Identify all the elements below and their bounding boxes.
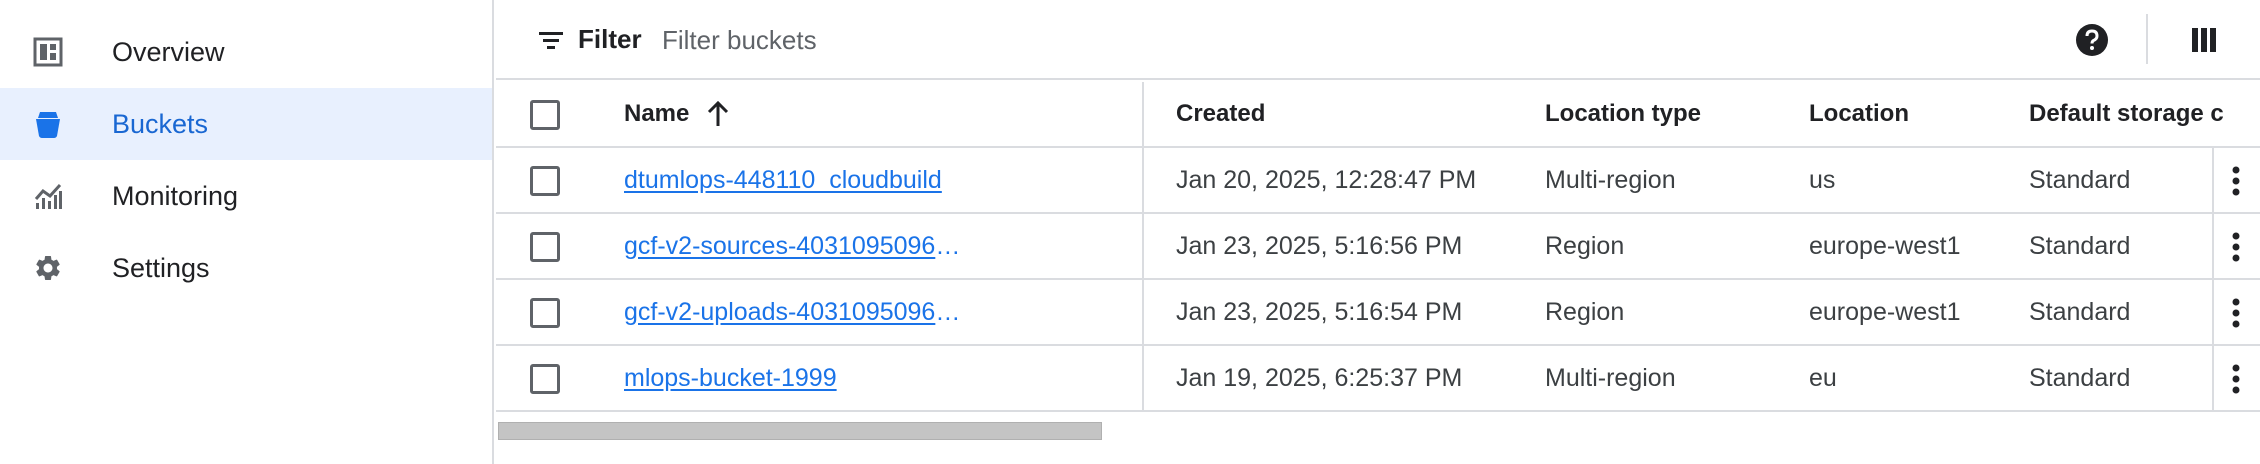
column-divider xyxy=(1142,280,1144,344)
sidebar-item-overview[interactable]: Overview xyxy=(0,16,492,88)
row-checkbox[interactable] xyxy=(530,298,560,328)
location-cell: eu xyxy=(1809,363,1837,392)
bucket-name-link[interactable]: gcf-v2-uploads-403109509659.europe-w… xyxy=(624,298,962,327)
storage-class-cell: Standard xyxy=(2029,297,2131,326)
horizontal-scrollbar-thumb[interactable] xyxy=(498,422,1102,440)
table-row: gcf-v2-uploads-403109509659.europe-w… Ja… xyxy=(496,280,2260,346)
column-divider xyxy=(1142,148,1144,212)
name-column-header[interactable]: Name xyxy=(624,82,962,146)
more-vert-icon[interactable] xyxy=(2226,359,2246,399)
row-checkbox[interactable] xyxy=(530,364,560,394)
actions-column-divider xyxy=(2212,346,2214,410)
column-display-icon[interactable] xyxy=(2188,24,2220,56)
storage-class-cell: Standard xyxy=(2029,363,2131,392)
row-checkbox[interactable] xyxy=(530,232,560,262)
location-type-cell: Region xyxy=(1545,297,1625,326)
location-column-header[interactable]: Location xyxy=(1809,82,2019,146)
sidebar-item-label: Monitoring xyxy=(112,180,239,211)
sidebar-item-label: Buckets xyxy=(112,108,209,139)
buckets-main-panel: Filter Name xyxy=(496,0,2260,464)
location-type-column-header[interactable]: Location type xyxy=(1545,82,1805,146)
filter-list-icon[interactable] xyxy=(536,26,566,56)
more-vert-icon[interactable] xyxy=(2226,293,2246,333)
storage-class-cell: Standard xyxy=(2029,231,2131,260)
bucket-name-link[interactable]: mlops-bucket-1999 xyxy=(624,364,837,393)
table-row: dtumlops-448110_cloudbuild Jan 20, 2025,… xyxy=(496,148,2260,214)
created-cell: Jan 19, 2025, 6:25:37 PM xyxy=(1176,363,1463,392)
storage-class-cell: Standard xyxy=(2029,165,2131,194)
sidebar-item-label: Settings xyxy=(112,252,210,283)
filter-buckets-input[interactable] xyxy=(662,18,1362,62)
left-nav-sidebar: Overview Buckets Monitoring Settings xyxy=(0,0,494,464)
created-column-header[interactable]: Created xyxy=(1176,82,1536,146)
actions-column-divider xyxy=(2212,280,2214,344)
bucket-name-link[interactable]: dtumlops-448110_cloudbuild xyxy=(624,166,942,195)
sidebar-item-label: Overview xyxy=(112,36,225,67)
monitoring-chart-icon xyxy=(30,178,66,214)
sidebar-item-buckets[interactable]: Buckets xyxy=(0,88,492,160)
horizontal-scrollbar[interactable] xyxy=(496,420,2260,444)
actions-column-divider xyxy=(2212,214,2214,278)
column-divider xyxy=(1142,346,1144,410)
bucket-icon xyxy=(30,106,66,142)
column-divider xyxy=(1142,214,1144,278)
select-all-checkbox[interactable] xyxy=(530,100,560,130)
sidebar-item-settings[interactable]: Settings xyxy=(0,232,492,304)
row-checkbox[interactable] xyxy=(530,166,560,196)
dashboard-icon xyxy=(30,34,66,70)
help-icon[interactable] xyxy=(2072,20,2112,60)
gear-icon xyxy=(30,250,66,286)
created-cell: Jan 20, 2025, 12:28:47 PM xyxy=(1176,165,1477,194)
column-divider xyxy=(1142,82,1144,146)
sidebar-item-monitoring[interactable]: Monitoring xyxy=(0,160,492,232)
more-vert-icon[interactable] xyxy=(2226,227,2246,267)
default-storage-class-column-header[interactable]: Default storage c xyxy=(2029,82,2249,146)
location-cell: europe-west1 xyxy=(1809,297,1961,326)
filter-label[interactable]: Filter xyxy=(578,24,642,55)
location-type-cell: Region xyxy=(1545,231,1625,260)
location-cell: us xyxy=(1809,165,1836,194)
actions-column-divider xyxy=(2212,148,2214,212)
created-cell: Jan 23, 2025, 5:16:54 PM xyxy=(1176,297,1463,326)
toolbar-divider xyxy=(2146,14,2148,64)
table-row: gcf-v2-sources-403109509659-europe-w… Ja… xyxy=(496,214,2260,280)
bucket-name-link[interactable]: gcf-v2-sources-403109509659-europe-w… xyxy=(624,232,962,261)
sort-ascending-arrow-icon[interactable] xyxy=(703,99,733,129)
filter-toolbar: Filter xyxy=(496,0,2260,80)
name-header-label: Name xyxy=(624,100,690,127)
table-row: mlops-bucket-1999 Jan 19, 2025, 6:25:37 … xyxy=(496,346,2260,412)
location-type-cell: Multi-region xyxy=(1545,165,1676,194)
location-cell: europe-west1 xyxy=(1809,231,1961,260)
table-header-row: Name Created Location type Location Defa… xyxy=(496,82,2260,148)
created-cell: Jan 23, 2025, 5:16:56 PM xyxy=(1176,231,1463,260)
more-vert-icon[interactable] xyxy=(2226,161,2246,201)
location-type-cell: Multi-region xyxy=(1545,363,1676,392)
